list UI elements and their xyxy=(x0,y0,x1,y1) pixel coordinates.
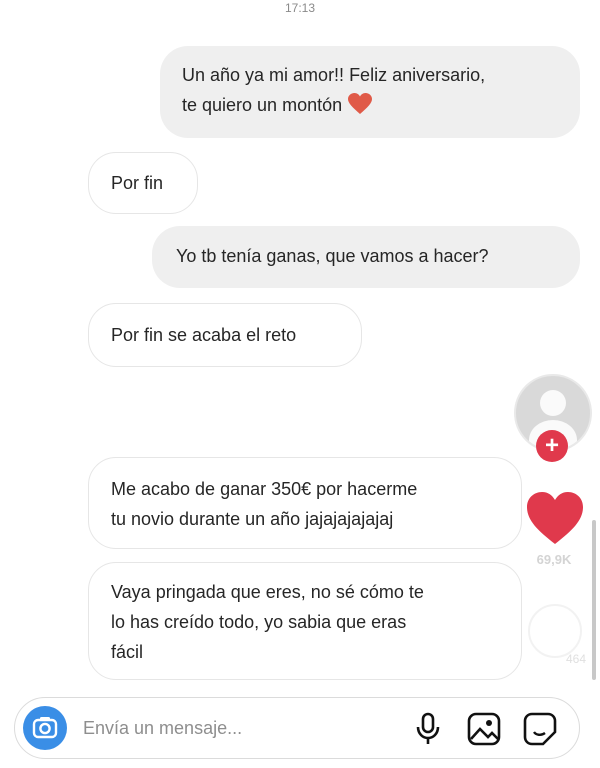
message-bubble-outgoing[interactable]: Un año ya mi amor!! Feliz aniversario, t… xyxy=(160,46,580,138)
message-bubble-incoming[interactable]: Por fin se acaba el reto xyxy=(88,303,362,367)
like-heart-icon[interactable] xyxy=(525,490,585,546)
message-input[interactable] xyxy=(83,710,383,746)
message-bubble-incoming[interactable]: Me acabo de ganar 350€ por hacerme tu no… xyxy=(88,457,522,549)
avatar-head-shape xyxy=(540,390,566,416)
message-bubble-incoming[interactable]: Vaya pringada que eres, no sé cómo te lo… xyxy=(88,562,522,680)
scrollbar[interactable] xyxy=(592,520,596,680)
message-text: Yo tb tenía ganas, que vamos a hacer? xyxy=(176,246,489,266)
sticker-icon[interactable] xyxy=(523,712,557,746)
message-text: Me acabo de ganar 350€ por hacerme tu no… xyxy=(111,479,418,529)
message-composer xyxy=(14,697,580,759)
camera-button[interactable] xyxy=(23,706,67,750)
message-text: Un año ya mi amor!! Feliz aniversario, t… xyxy=(182,65,486,115)
follow-plus-button[interactable]: + xyxy=(536,430,568,462)
comment-icon[interactable] xyxy=(528,604,582,658)
message-timestamp: 17:13 xyxy=(284,1,316,15)
message-text: Por fin xyxy=(111,173,164,193)
image-icon[interactable] xyxy=(467,712,501,746)
likes-count: 69,9K xyxy=(536,552,572,567)
red-heart-emoji-icon xyxy=(348,93,373,114)
message-bubble-outgoing[interactable]: Yo tb tenía ganas, que vamos a hacer? xyxy=(152,226,580,288)
camera-icon xyxy=(32,717,58,739)
message-bubble-incoming[interactable]: Por fin xyxy=(88,152,198,214)
microphone-icon[interactable] xyxy=(413,712,443,746)
message-text: Por fin se acaba el reto xyxy=(111,325,297,345)
comment-count: 464 xyxy=(565,652,586,666)
message-text: Vaya pringada que eres, no sé cómo te lo… xyxy=(111,582,424,662)
